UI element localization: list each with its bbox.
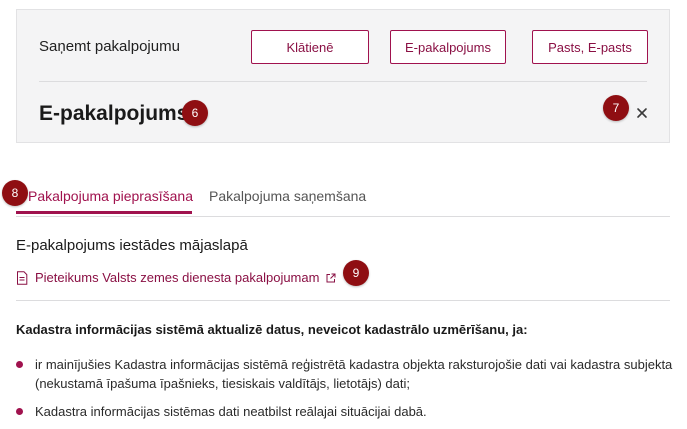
selected-service-title: E-pakalpojums (39, 102, 189, 125)
external-link-icon (326, 273, 336, 282)
bullet-icon (16, 408, 23, 415)
annotation-marker-6: 6 (182, 100, 208, 126)
active-tab-indicator (16, 211, 192, 214)
bullet-icon (16, 361, 23, 368)
service-tabs: Pakalpojuma pieprasīšana Pakalpojuma saņ… (16, 181, 670, 217)
tab-service-request[interactable]: Pakalpojuma pieprasīšana (28, 188, 193, 204)
intro-text: Kadastra informācijas sistēmā aktualizē … (16, 322, 528, 337)
annotation-marker-7: 7 (603, 95, 629, 121)
in-person-button[interactable]: Klātienē (251, 30, 369, 64)
section-heading: E-pakalpojums iestādes mājaslapā (16, 237, 248, 254)
service-application-link[interactable]: Pieteikums Valsts zemes dienesta pakalpo… (16, 270, 336, 285)
service-mode-panel: Saņemt pakalpojumu Klātienē E-pakalpojum… (16, 9, 670, 143)
list-item: Kadastra informācijas sistēmas dati neat… (16, 402, 686, 421)
tab-service-receipt[interactable]: Pakalpojuma saņemšana (209, 188, 366, 204)
content-divider (16, 300, 670, 301)
service-link-text: Pieteikums Valsts zemes dienesta pakalpo… (35, 270, 320, 285)
mail-email-button[interactable]: Pasts, E-pasts (532, 30, 648, 64)
e-service-button[interactable]: E-pakalpojums (390, 30, 506, 64)
list-item-text: ir mainījušies Kadastra informācijas sis… (35, 357, 673, 391)
close-icon[interactable] (634, 105, 650, 121)
receive-service-label: Saņemt pakalpojumu (39, 38, 180, 55)
list-item-text: Kadastra informācijas sistēmas dati neat… (35, 404, 427, 419)
conditions-list: ir mainījušies Kadastra informācijas sis… (16, 355, 686, 421)
document-icon (17, 270, 28, 285)
list-item: ir mainījušies Kadastra informācijas sis… (16, 355, 686, 393)
annotation-marker-8: 8 (2, 180, 28, 206)
annotation-marker-9: 9 (343, 260, 369, 286)
panel-divider (39, 81, 647, 82)
